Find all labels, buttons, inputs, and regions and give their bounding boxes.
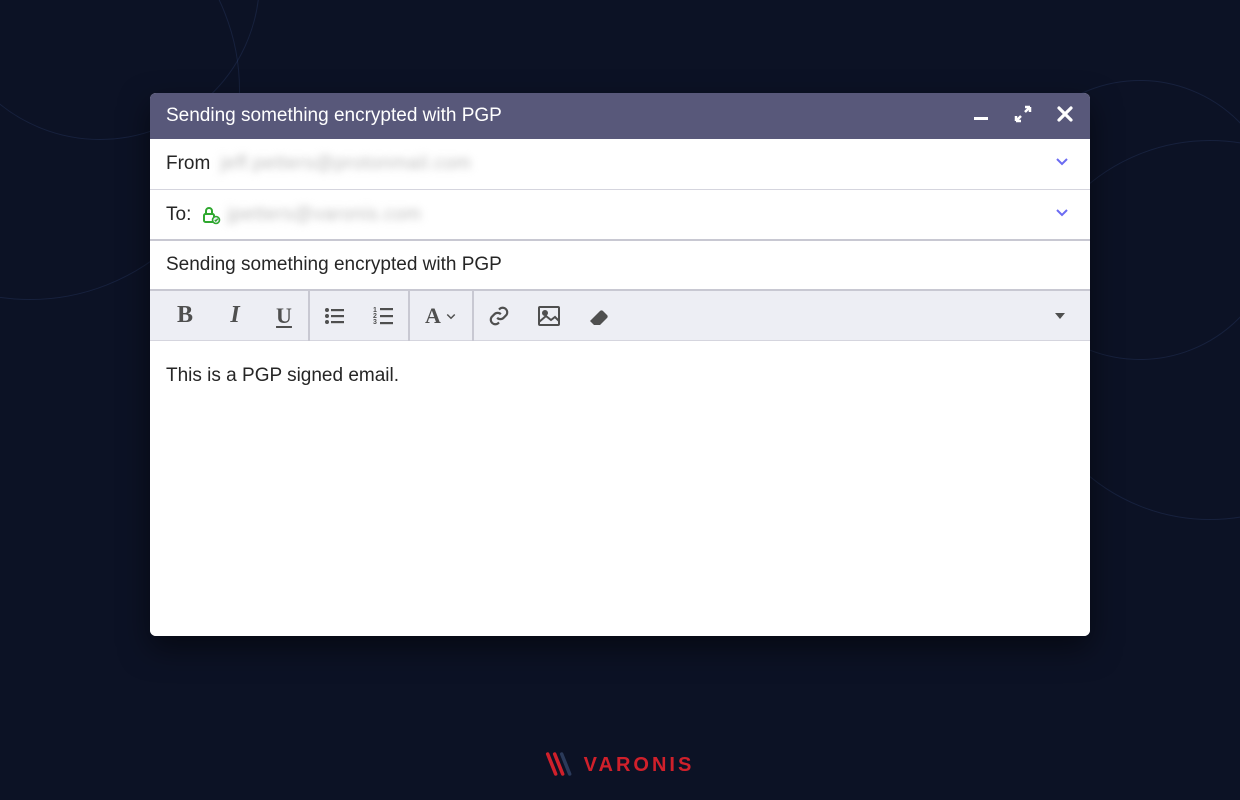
underline-icon: U: [276, 303, 292, 329]
brand-footer: VARONIS: [546, 752, 695, 778]
brand-text: VARONIS: [584, 754, 695, 777]
image-button[interactable]: [524, 291, 574, 341]
underline-button[interactable]: U: [260, 291, 310, 341]
unordered-list-button[interactable]: [310, 291, 360, 341]
lock-icon: [201, 205, 221, 225]
to-expand-button[interactable]: [1050, 200, 1074, 230]
link-button[interactable]: [474, 291, 524, 341]
subject-row[interactable]: Sending something encrypted with PGP: [150, 241, 1090, 291]
from-label: From: [166, 153, 210, 175]
window-title: Sending something encrypted with PGP: [166, 105, 972, 127]
from-value: jeff.petters@protonmail.com: [220, 153, 471, 175]
italic-icon: I: [230, 302, 239, 329]
window-titlebar: Sending something encrypted with PGP: [150, 93, 1090, 139]
clear-format-button[interactable]: [574, 291, 624, 341]
varonis-logo-icon: [546, 752, 576, 778]
ordered-list-icon: 1 2 3: [372, 304, 396, 328]
editor-toolbar: B I U 1 2 3 A: [150, 291, 1090, 341]
eraser-icon: [587, 306, 611, 326]
expand-button[interactable]: [1014, 105, 1032, 128]
to-label: To:: [166, 204, 191, 226]
image-icon: [537, 305, 561, 327]
ordered-list-button[interactable]: 1 2 3: [360, 291, 410, 341]
window-controls: [972, 105, 1074, 128]
font-dropdown-button[interactable]: A: [410, 291, 474, 341]
more-button[interactable]: [1040, 291, 1080, 341]
unordered-list-icon: [323, 304, 347, 328]
from-field-row[interactable]: From jeff.petters@protonmail.com: [150, 139, 1090, 190]
caret-down-icon: [1053, 309, 1067, 323]
pgp-lock-badge: [201, 205, 221, 225]
body-text: This is a PGP signed email.: [166, 365, 399, 386]
font-icon: A: [425, 303, 441, 329]
email-body[interactable]: This is a PGP signed email.: [150, 341, 1090, 636]
italic-button[interactable]: I: [210, 291, 260, 341]
to-field-row[interactable]: To: jpetters@varonis.com: [150, 190, 1090, 241]
svg-text:3: 3: [373, 319, 377, 326]
minimize-button[interactable]: [972, 105, 990, 128]
expand-icon: [1014, 105, 1032, 123]
bold-icon: B: [177, 302, 193, 329]
close-icon: [1056, 105, 1074, 123]
bold-button[interactable]: B: [160, 291, 210, 341]
link-icon: [488, 305, 510, 327]
minimize-icon: [972, 105, 990, 123]
chevron-down-icon: [445, 310, 457, 322]
chevron-down-icon: [1054, 204, 1070, 220]
subject-text: Sending something encrypted with PGP: [166, 254, 502, 276]
close-button[interactable]: [1056, 105, 1074, 128]
to-value: jpetters@varonis.com: [227, 204, 421, 226]
from-expand-button[interactable]: [1050, 149, 1074, 179]
chevron-down-icon: [1054, 153, 1070, 169]
compose-window: Sending something encrypted with PGP Fro…: [150, 93, 1090, 636]
